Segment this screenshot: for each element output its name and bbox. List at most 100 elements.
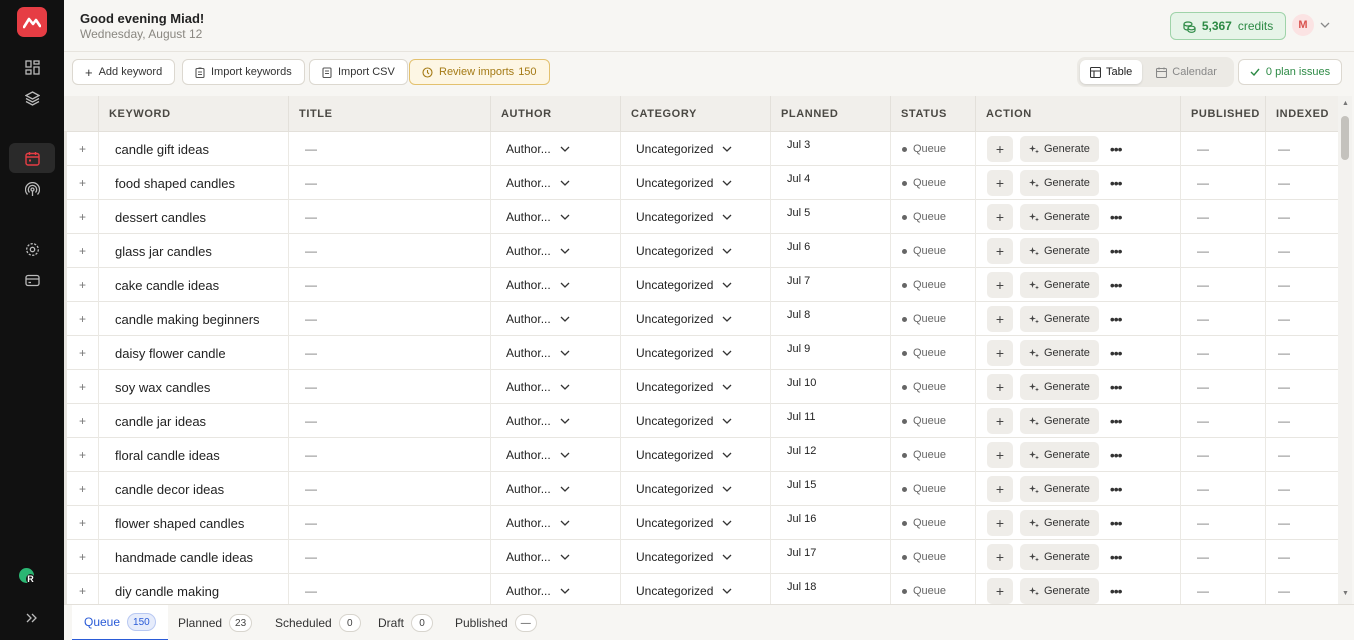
title-cell[interactable]: —	[288, 438, 490, 472]
category-select[interactable]: Uncategorized	[620, 336, 770, 370]
title-cell[interactable]: —	[288, 234, 490, 268]
author-select[interactable]: Author...	[490, 166, 620, 200]
more-options-icon[interactable]: •••	[1110, 345, 1123, 361]
app-logo[interactable]	[17, 7, 47, 37]
view-calendar-button[interactable]: Calendar	[1146, 60, 1227, 84]
planned-date-cell[interactable]: Jul 3	[770, 132, 890, 166]
more-options-icon[interactable]: •••	[1110, 175, 1123, 191]
planned-date-cell[interactable]: Jul 10	[770, 370, 890, 404]
more-options-icon[interactable]: •••	[1110, 277, 1123, 293]
author-select[interactable]: Author...	[490, 506, 620, 540]
title-cell[interactable]: —	[288, 370, 490, 404]
tab-published[interactable]: Published —	[443, 605, 549, 640]
more-options-icon[interactable]: •••	[1110, 311, 1123, 327]
more-options-icon[interactable]: •••	[1110, 413, 1123, 429]
add-row-action-button[interactable]: +	[987, 170, 1013, 196]
title-cell[interactable]: —	[288, 200, 490, 234]
scrollbar-thumb[interactable]	[1341, 116, 1349, 160]
settings-icon[interactable]	[16, 235, 48, 263]
plan-issues-button[interactable]: 0 plan issues	[1238, 59, 1342, 85]
keyword-cell[interactable]: cake candle ideas	[98, 268, 288, 302]
add-row-action-button[interactable]: +	[987, 238, 1013, 264]
planned-date-cell[interactable]: Jul 6	[770, 234, 890, 268]
account-menu[interactable]: M	[1292, 14, 1330, 36]
add-row-action-button[interactable]: +	[987, 340, 1013, 366]
add-row-action-button[interactable]: +	[987, 374, 1013, 400]
more-options-icon[interactable]: •••	[1110, 447, 1123, 463]
title-cell[interactable]: —	[288, 404, 490, 438]
author-select[interactable]: Author...	[490, 370, 620, 404]
author-select[interactable]: Author...	[490, 540, 620, 574]
category-select[interactable]: Uncategorized	[620, 200, 770, 234]
category-select[interactable]: Uncategorized	[620, 404, 770, 438]
category-select[interactable]: Uncategorized	[620, 234, 770, 268]
title-cell[interactable]: —	[288, 540, 490, 574]
generate-button[interactable]: Generate	[1020, 476, 1099, 502]
planned-date-cell[interactable]: Jul 11	[770, 404, 890, 438]
planned-date-cell[interactable]: Jul 5	[770, 200, 890, 234]
add-keyword-button[interactable]: + Add keyword	[72, 59, 176, 85]
add-row-action-button[interactable]: +	[987, 578, 1013, 604]
title-cell[interactable]: —	[288, 506, 490, 540]
generate-button[interactable]: Generate	[1020, 204, 1099, 230]
category-select[interactable]: Uncategorized	[620, 302, 770, 336]
expand-row-button[interactable]: +	[64, 268, 98, 302]
title-cell[interactable]: —	[288, 336, 490, 370]
generate-button[interactable]: Generate	[1020, 374, 1099, 400]
generate-button[interactable]: Generate	[1020, 408, 1099, 434]
more-options-icon[interactable]: •••	[1110, 549, 1123, 565]
expand-row-button[interactable]: +	[64, 166, 98, 200]
planned-date-cell[interactable]: Jul 12	[770, 438, 890, 472]
title-cell[interactable]: —	[288, 574, 490, 604]
generate-button[interactable]: Generate	[1020, 340, 1099, 366]
tab-scheduled[interactable]: Scheduled 0	[263, 605, 373, 640]
more-options-icon[interactable]: •••	[1110, 481, 1123, 497]
expand-row-button[interactable]: +	[64, 574, 98, 604]
expand-row-button[interactable]: +	[64, 132, 98, 166]
planned-date-cell[interactable]: Jul 18	[770, 574, 890, 604]
generate-button[interactable]: Generate	[1020, 578, 1099, 604]
category-select[interactable]: Uncategorized	[620, 506, 770, 540]
column-header-category[interactable]: CATEGORY	[620, 96, 770, 132]
generate-button[interactable]: Generate	[1020, 442, 1099, 468]
author-select[interactable]: Author...	[490, 438, 620, 472]
credits-badge[interactable]: 5,367 credits	[1170, 12, 1286, 40]
planned-date-cell[interactable]: Jul 4	[770, 166, 890, 200]
more-options-icon[interactable]: •••	[1110, 379, 1123, 395]
user-status-avatar[interactable]: R	[19, 568, 35, 584]
column-header-status[interactable]: STATUS	[890, 96, 975, 132]
keyword-cell[interactable]: dessert candles	[98, 200, 288, 234]
add-row-action-button[interactable]: +	[987, 306, 1013, 332]
planned-date-cell[interactable]: Jul 9	[770, 336, 890, 370]
expand-row-button[interactable]: +	[64, 472, 98, 506]
planned-date-cell[interactable]: Jul 7	[770, 268, 890, 302]
dashboard-icon[interactable]	[16, 53, 48, 81]
keyword-cell[interactable]: daisy flower candle	[98, 336, 288, 370]
tab-draft[interactable]: Draft 0	[366, 605, 445, 640]
column-header-keyword[interactable]: KEYWORD	[98, 96, 288, 132]
generate-button[interactable]: Generate	[1020, 238, 1099, 264]
expand-row-button[interactable]: +	[64, 404, 98, 438]
expand-row-button[interactable]: +	[64, 506, 98, 540]
import-keywords-button[interactable]: Import keywords	[182, 59, 305, 85]
expand-row-button[interactable]: +	[64, 438, 98, 472]
author-select[interactable]: Author...	[490, 200, 620, 234]
author-select[interactable]: Author...	[490, 472, 620, 506]
column-header-title[interactable]: TITLE	[288, 96, 490, 132]
more-options-icon[interactable]: •••	[1110, 583, 1123, 599]
column-header-indexed[interactable]: INDEXED	[1265, 96, 1338, 132]
category-select[interactable]: Uncategorized	[620, 574, 770, 604]
category-select[interactable]: Uncategorized	[620, 370, 770, 404]
generate-button[interactable]: Generate	[1020, 544, 1099, 570]
add-row-action-button[interactable]: +	[987, 272, 1013, 298]
generate-button[interactable]: Generate	[1020, 510, 1099, 536]
category-select[interactable]: Uncategorized	[620, 166, 770, 200]
title-cell[interactable]: —	[288, 302, 490, 336]
author-select[interactable]: Author...	[490, 268, 620, 302]
add-row-action-button[interactable]: +	[987, 204, 1013, 230]
category-select[interactable]: Uncategorized	[620, 268, 770, 302]
more-options-icon[interactable]: •••	[1110, 141, 1123, 157]
keyword-cell[interactable]: candle gift ideas	[98, 132, 288, 166]
table-scrollbar[interactable]: ▲ ▼	[1338, 96, 1352, 604]
author-select[interactable]: Author...	[490, 234, 620, 268]
